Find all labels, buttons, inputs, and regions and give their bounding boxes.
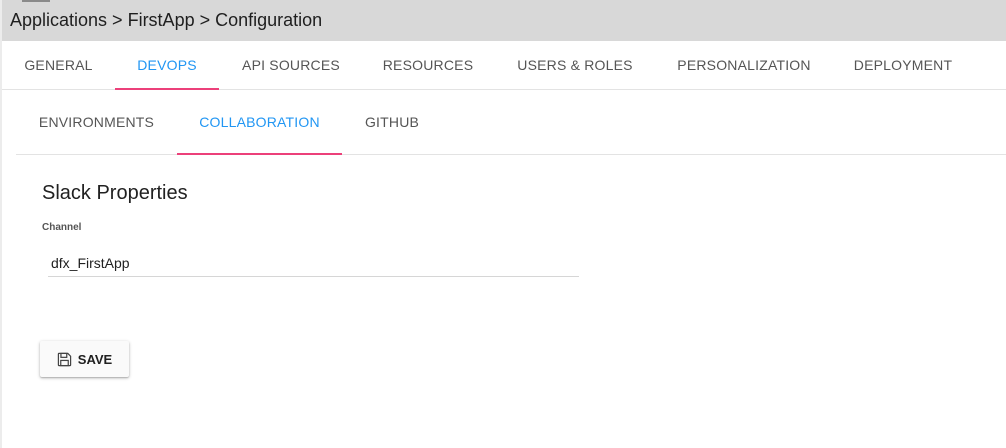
breadcrumb: Applications > FirstApp > Configuration xyxy=(2,0,1006,41)
tab-label: PERSONALIZATION xyxy=(677,57,811,73)
save-button-label: SAVE xyxy=(77,351,113,367)
window-corner-decoration xyxy=(22,0,50,2)
tab-api-sources[interactable]: API SOURCES xyxy=(219,41,363,89)
tab-label: GENERAL xyxy=(24,57,93,73)
tab-label: GITHUB xyxy=(364,114,420,130)
channel-input[interactable] xyxy=(48,249,579,277)
tab-general[interactable]: GENERAL xyxy=(2,41,115,89)
save-button[interactable]: SAVE xyxy=(40,341,129,377)
tab-label: COLLABORATION xyxy=(199,114,320,130)
app-page: Applications > FirstApp > Configuration … xyxy=(0,0,1006,448)
floppy-disk-icon xyxy=(57,352,72,367)
tab-label: API SOURCES xyxy=(242,57,340,73)
subtab-environments[interactable]: ENVIRONMENTS xyxy=(16,90,177,154)
section-title: Slack Properties xyxy=(42,182,188,204)
tab-label: DEVOPS xyxy=(137,57,197,73)
sub-tab-bar: ENVIRONMENTS COLLABORATION GITHUB xyxy=(16,90,1006,155)
tab-label: DEPLOYMENT xyxy=(853,57,953,73)
channel-label: Channel xyxy=(42,222,82,233)
top-tab-bar: GENERAL DEVOPS API SOURCES RESOURCES USE… xyxy=(2,41,1006,90)
tab-devops[interactable]: DEVOPS xyxy=(115,41,219,90)
subtab-github[interactable]: GITHUB xyxy=(342,90,442,154)
tab-users-roles[interactable]: USERS & ROLES xyxy=(493,41,657,89)
tab-label: USERS & ROLES xyxy=(517,57,633,73)
breadcrumb-text: Applications > FirstApp > Configuration xyxy=(10,10,323,30)
tab-label: RESOURCES xyxy=(382,57,474,73)
subtab-collaboration[interactable]: COLLABORATION xyxy=(177,90,342,155)
tab-resources[interactable]: RESOURCES xyxy=(363,41,493,89)
tab-deployment[interactable]: DEPLOYMENT xyxy=(831,41,975,89)
tab-label: ENVIRONMENTS xyxy=(38,114,155,130)
tab-personalization[interactable]: PERSONALIZATION xyxy=(657,41,831,89)
